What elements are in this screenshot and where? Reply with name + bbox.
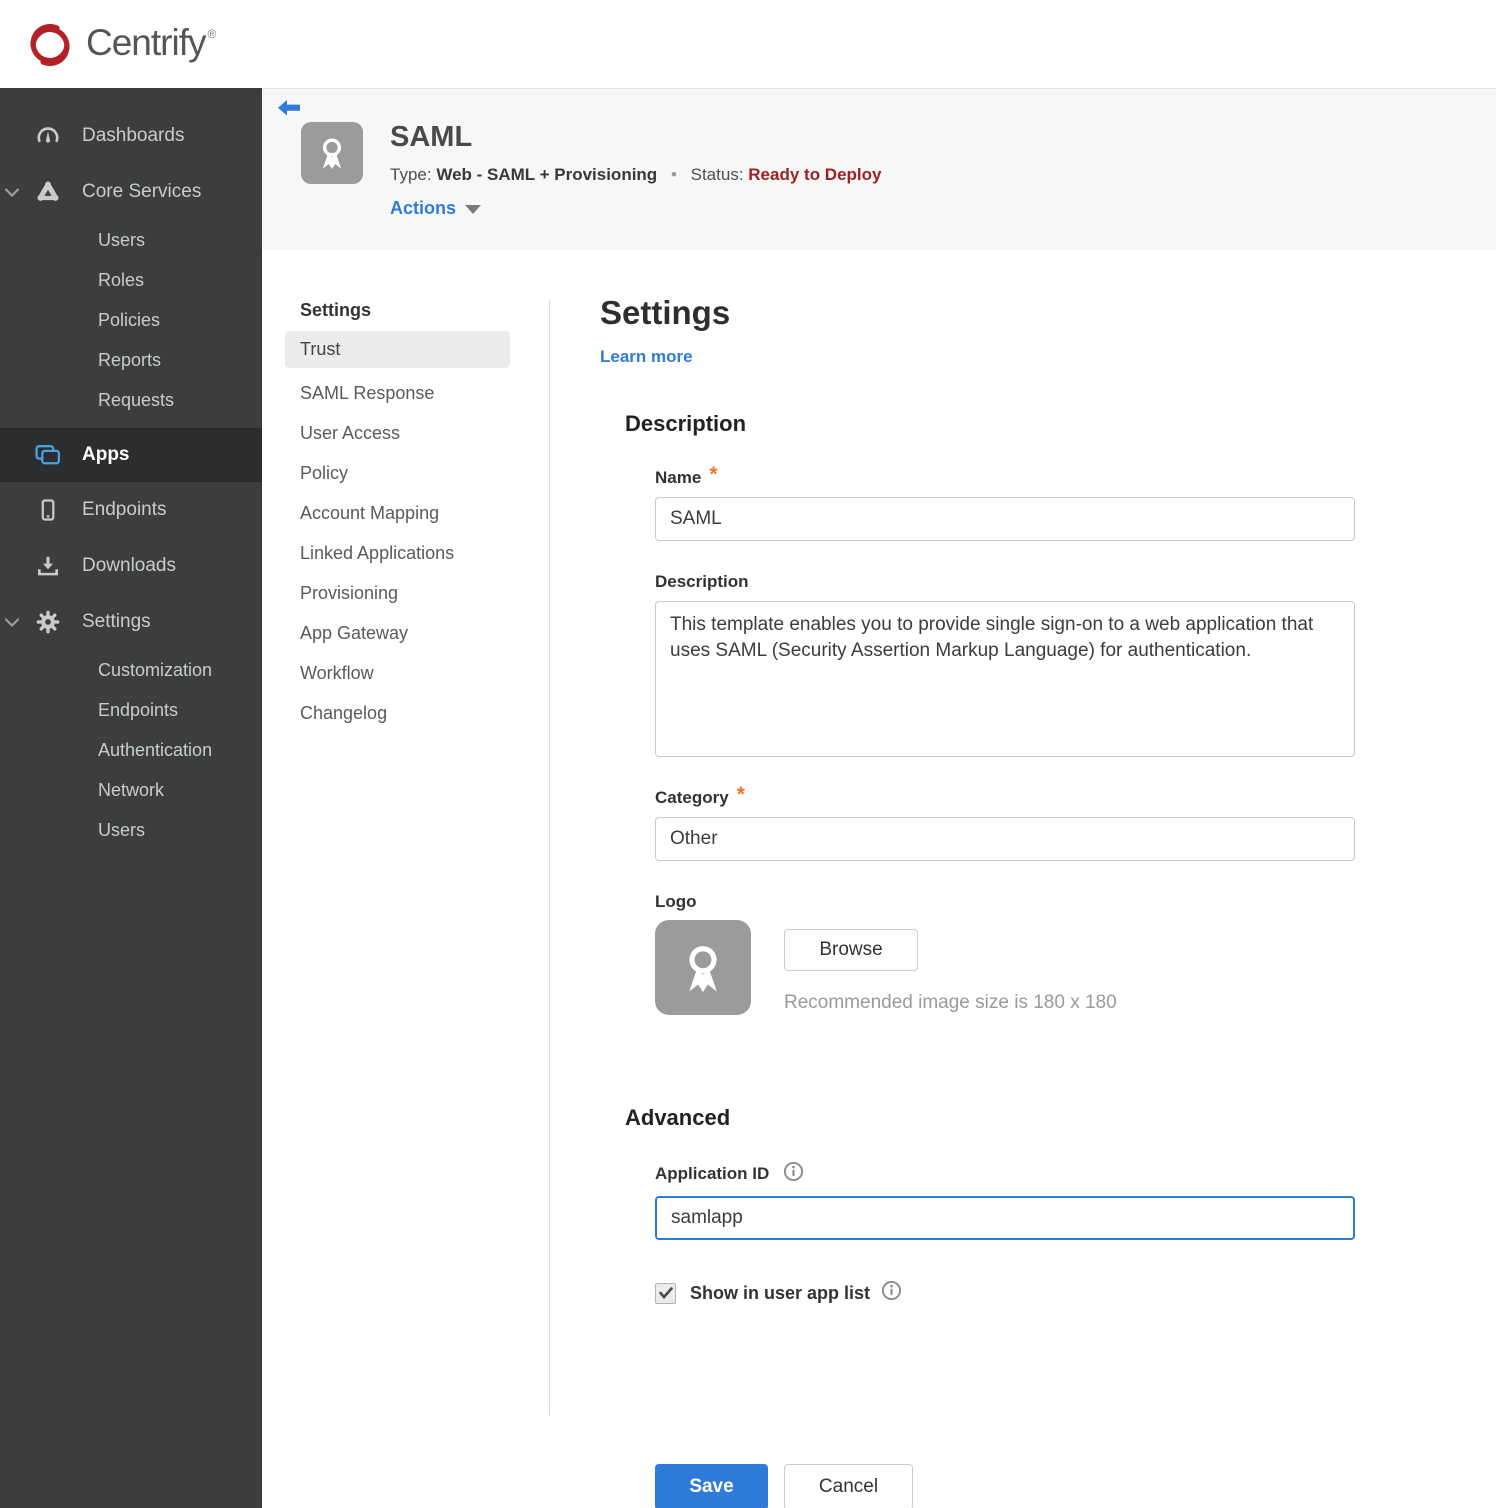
logo-label: Logo — [655, 892, 697, 911]
name-field[interactable] — [655, 497, 1355, 541]
subnav-item-saml-response[interactable]: SAML Response — [285, 373, 510, 413]
sidebar-item-label: Downloads — [82, 555, 176, 576]
app-meta-line: Type: Web - SAML + Provisioning • Status… — [390, 165, 881, 185]
subnav-title: Settings — [300, 300, 372, 320]
award-ribbon-icon — [689, 945, 717, 992]
subnav-item-policy[interactable]: Policy — [285, 453, 510, 493]
sidebar-item-network[interactable]: Network — [0, 770, 262, 810]
save-button[interactable]: Save — [655, 1464, 768, 1508]
sidebar-item-label: Core Services — [82, 181, 202, 202]
sidebar-item-endpoints-settings[interactable]: Endpoints — [0, 690, 262, 730]
award-ribbon-icon — [322, 138, 342, 170]
subnav-item-app-gateway[interactable]: App Gateway — [285, 613, 510, 653]
actions-dropdown[interactable]: Actions — [390, 198, 482, 219]
sidebar-item-roles[interactable]: Roles — [0, 260, 262, 300]
app-header-band: SAML Type: Web - SAML + Provisioning • S… — [262, 88, 1496, 250]
description-field[interactable]: This template enables you to provide sin… — [655, 601, 1355, 757]
subnav-item-provisioning[interactable]: Provisioning — [285, 573, 510, 613]
logo-label-row: Logo — [655, 892, 1496, 912]
subnav-item-changelog[interactable]: Changelog — [285, 693, 510, 733]
required-asterisk: * — [709, 463, 718, 486]
download-icon — [34, 553, 62, 579]
page-title: Settings — [600, 294, 731, 331]
app-logo-preview — [655, 920, 751, 1015]
subnav-item-user-access[interactable]: User Access — [285, 413, 510, 453]
back-arrow-icon[interactable] — [277, 99, 301, 124]
caret-down-icon — [465, 205, 482, 214]
sidebar-item-users[interactable]: Users — [0, 220, 262, 260]
sidebar-item-dashboards[interactable]: Dashboards — [0, 108, 262, 164]
subnav-item-account-mapping[interactable]: Account Mapping — [285, 493, 510, 533]
required-asterisk: * — [736, 783, 745, 806]
learn-more-link[interactable]: Learn more — [600, 347, 693, 367]
subnav-item-trust[interactable]: Trust — [285, 331, 510, 368]
description-label-row: Description — [655, 572, 1496, 592]
chevron-down-icon — [4, 181, 20, 203]
sidebar-item-downloads[interactable]: Downloads — [0, 538, 262, 594]
name-label-row: Name * — [655, 463, 1496, 488]
sidebar-item-apps[interactable]: Apps — [0, 428, 262, 482]
settings-panel: Settings Learn more Description Name * D… — [550, 250, 1496, 1508]
description-label: Description — [655, 572, 749, 591]
brand-name: Centrify — [86, 22, 206, 63]
advanced-section-heading: Advanced — [625, 1105, 731, 1130]
status-label: Status: — [690, 165, 744, 184]
sidebar-item-core-services[interactable]: Core Services — [0, 164, 262, 220]
chevron-down-icon — [4, 611, 20, 633]
centrify-logo: Centrify ® — [26, 19, 216, 69]
brand-trademark: ® — [207, 27, 217, 41]
checkmark-icon — [658, 1287, 673, 1299]
cancel-button[interactable]: Cancel — [784, 1464, 913, 1508]
top-bar: Centrify ® — [0, 0, 1496, 88]
logo-size-hint: Recommended image size is 180 x 180 — [784, 992, 1117, 1013]
sidebar-item-label: Dashboards — [82, 125, 185, 146]
sidebar-item-users-settings[interactable]: Users — [0, 810, 262, 850]
settings-subnav: Settings Trust SAML Response User Access… — [262, 250, 549, 1508]
sidebar-item-label: Settings — [82, 611, 151, 632]
sidebar-item-settings[interactable]: Settings — [0, 594, 262, 650]
app-title: SAML — [390, 121, 473, 153]
sidebar: Dashboards Core Services Users Roles Pol… — [0, 88, 262, 1508]
sidebar-item-authentication[interactable]: Authentication — [0, 730, 262, 770]
category-label-row: Category * — [655, 783, 1496, 808]
core-services-icon — [34, 179, 62, 205]
sidebar-item-reports[interactable]: Reports — [0, 340, 262, 380]
separator-dot: • — [670, 165, 677, 184]
actions-label: Actions — [390, 198, 457, 218]
centrify-swirl-icon — [30, 23, 70, 67]
subnav-item-workflow[interactable]: Workflow — [285, 653, 510, 693]
info-icon[interactable] — [881, 1280, 902, 1306]
category-field[interactable] — [655, 817, 1355, 861]
sidebar-item-requests[interactable]: Requests — [0, 380, 262, 420]
subnav-item-linked-applications[interactable]: Linked Applications — [285, 533, 510, 573]
show-in-app-list-label: Show in user app list — [690, 1282, 871, 1303]
description-section-heading: Description — [625, 411, 747, 436]
sidebar-item-customization[interactable]: Customization — [0, 650, 262, 690]
sidebar-item-label: Apps — [82, 444, 130, 465]
application-id-field[interactable] — [655, 1196, 1355, 1240]
type-label: Type: — [390, 165, 432, 184]
gear-icon — [34, 609, 62, 635]
name-label: Name — [655, 468, 702, 487]
sidebar-item-policies[interactable]: Policies — [0, 300, 262, 340]
info-icon[interactable] — [783, 1161, 804, 1187]
sidebar-item-label: Endpoints — [82, 499, 167, 520]
category-label: Category — [655, 788, 729, 807]
status-value: Ready to Deploy — [748, 165, 882, 184]
gauge-icon — [34, 123, 62, 149]
type-value: Web - SAML + Provisioning — [436, 165, 658, 184]
mobile-device-icon — [34, 497, 62, 523]
apps-icon — [34, 442, 62, 468]
show-in-app-list-checkbox[interactable] — [655, 1282, 676, 1304]
app-logo-thumbnail — [301, 122, 363, 184]
sidebar-item-endpoints[interactable]: Endpoints — [0, 482, 262, 538]
application-id-label: Application ID — [655, 1164, 770, 1183]
browse-button[interactable]: Browse — [784, 929, 918, 971]
